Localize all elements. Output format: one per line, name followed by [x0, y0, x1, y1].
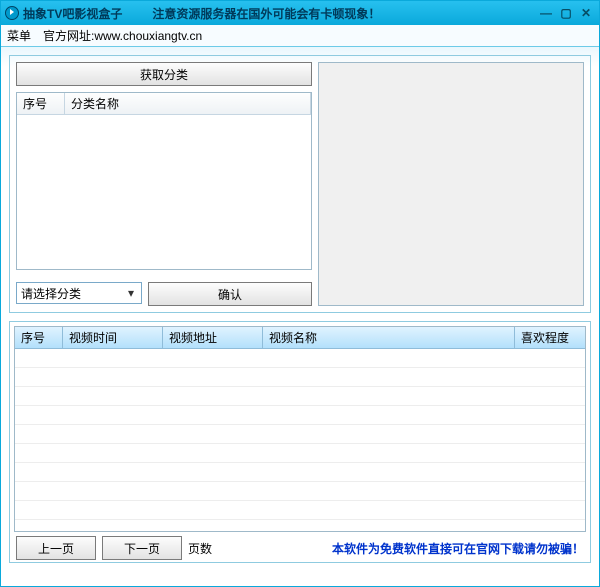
category-select[interactable]: ▾: [16, 282, 142, 306]
list-row: [15, 387, 585, 406]
category-select-input[interactable]: [16, 282, 142, 304]
footer-note: 本软件为免费软件直接可在官网下载请勿被骗！: [332, 540, 584, 557]
pages-label: 页数: [188, 540, 212, 557]
next-page-button[interactable]: 下一页: [102, 536, 182, 560]
list-row: [15, 463, 585, 482]
col-video-index[interactable]: 序号: [15, 327, 63, 348]
app-title: 抽象TV吧影视盒子: [23, 5, 122, 22]
app-window: 抽象TV吧影视盒子 注意资源服务器在国外可能会有卡顿现象！ — ▢ ✕ 菜单 官…: [0, 0, 600, 587]
minimize-button[interactable]: —: [537, 5, 555, 21]
footer-bar: 上一页 下一页 页数 本软件为免费软件直接可在官网下载请勿被骗！: [14, 532, 586, 560]
list-row: [15, 501, 585, 520]
col-video-name[interactable]: 视频名称: [263, 327, 515, 348]
list-row: [15, 349, 585, 368]
category-controls: ▾ 确认: [16, 282, 312, 306]
preview-pane: [318, 62, 584, 306]
video-header: 序号 视频时间 视频地址 视频名称 喜欢程度: [15, 327, 585, 349]
get-category-button[interactable]: 获取分类: [16, 62, 312, 86]
col-video-rating[interactable]: 喜欢程度: [515, 327, 585, 348]
official-site-label: 官方网址:www.chouxiangtv.cn: [43, 27, 202, 44]
col-video-url[interactable]: 视频地址: [163, 327, 263, 348]
confirm-button[interactable]: 确认: [148, 282, 312, 306]
video-body: [15, 349, 585, 531]
top-group: 获取分类 序号 分类名称 ▾ 确认: [9, 55, 591, 313]
titlebar: 抽象TV吧影视盒子 注意资源服务器在国外可能会有卡顿现象！ — ▢ ✕: [1, 1, 599, 25]
bottom-group: 序号 视频时间 视频地址 视频名称 喜欢程度: [9, 321, 591, 563]
list-row: [15, 482, 585, 501]
list-row: [15, 406, 585, 425]
category-body: [17, 115, 311, 269]
titlebar-notice: 注意资源服务器在国外可能会有卡顿现象！: [152, 5, 380, 22]
video-listview[interactable]: 序号 视频时间 视频地址 视频名称 喜欢程度: [14, 326, 586, 532]
maximize-button[interactable]: ▢: [557, 5, 575, 21]
list-row: [15, 425, 585, 444]
category-listview[interactable]: 序号 分类名称: [16, 92, 312, 270]
list-row: [15, 444, 585, 463]
menu-main[interactable]: 菜单: [7, 27, 31, 44]
col-video-time[interactable]: 视频时间: [63, 327, 163, 348]
col-category-name[interactable]: 分类名称: [65, 93, 311, 114]
close-button[interactable]: ✕: [577, 5, 595, 21]
prev-page-button[interactable]: 上一页: [16, 536, 96, 560]
list-row: [15, 368, 585, 387]
category-header: 序号 分类名称: [17, 93, 311, 115]
category-panel: 获取分类 序号 分类名称 ▾ 确认: [16, 62, 312, 306]
menubar: 菜单 官方网址:www.chouxiangtv.cn: [1, 25, 599, 47]
app-icon: [5, 6, 19, 20]
col-index[interactable]: 序号: [17, 93, 65, 114]
content-area: 获取分类 序号 分类名称 ▾ 确认: [1, 47, 599, 586]
